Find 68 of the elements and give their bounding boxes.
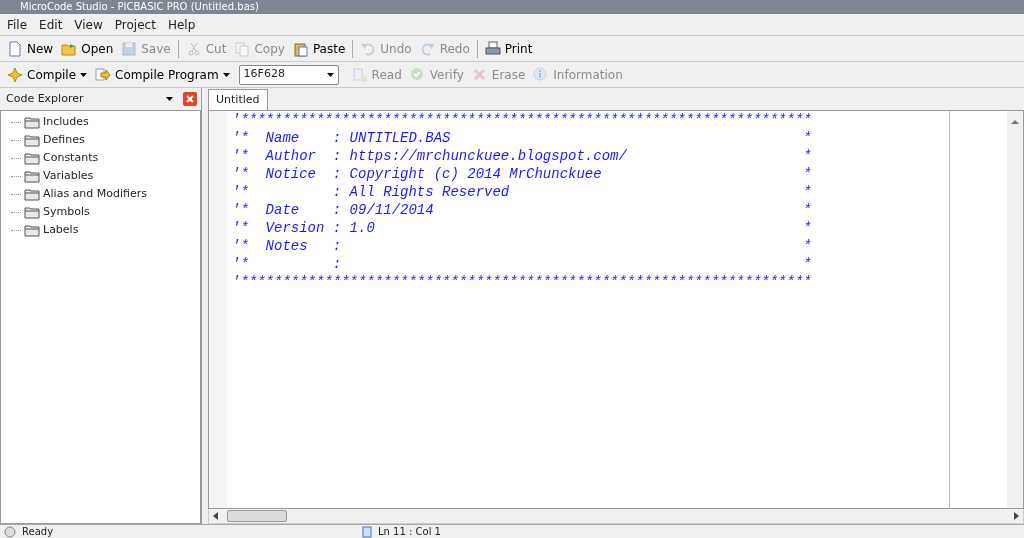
folder-icon bbox=[24, 169, 40, 183]
menu-item[interactable]: View bbox=[69, 14, 108, 35]
status-icon bbox=[4, 525, 16, 538]
panel-title: Code Explorer bbox=[6, 90, 85, 107]
code-line: * bbox=[803, 147, 812, 165]
code-line: * bbox=[803, 255, 812, 273]
info-icon bbox=[533, 66, 550, 83]
editor-tab[interactable]: Untitled bbox=[208, 88, 268, 110]
copy-icon bbox=[234, 40, 251, 57]
status-text: Ready bbox=[22, 525, 55, 538]
code-line: '* Notes : bbox=[232, 237, 343, 255]
cross-icon bbox=[471, 66, 488, 83]
code-line: '* Version : 1.0 bbox=[232, 219, 376, 237]
folder-icon bbox=[24, 115, 40, 129]
toolbar-button[interactable]: Paste bbox=[289, 37, 349, 60]
window-title: MicroCode Studio - PICBASIC PRO (Untitled.bas) bbox=[0, 0, 1024, 14]
scissors-icon bbox=[185, 40, 202, 57]
menu-item[interactable]: Help bbox=[162, 14, 201, 35]
code-line: * bbox=[803, 165, 812, 183]
tree-item[interactable]: Labels bbox=[43, 221, 79, 239]
tree-item[interactable]: Includes bbox=[43, 113, 89, 131]
code-line: * bbox=[803, 219, 812, 237]
document-gear-icon bbox=[351, 66, 368, 83]
tree-item[interactable]: Constants bbox=[43, 149, 99, 167]
code-line: '******************************************************************** bbox=[232, 273, 812, 291]
code-line: '* : bbox=[232, 255, 343, 273]
code-line: '******************************************************************** bbox=[232, 111, 812, 129]
check-icon bbox=[409, 66, 426, 83]
code-line: * bbox=[803, 201, 812, 219]
code-line: * bbox=[803, 129, 812, 147]
toolbar-button[interactable]: New bbox=[4, 37, 57, 60]
tree-item[interactable]: Defines bbox=[43, 131, 85, 149]
cursor-position: Ln 11 : Col 1 bbox=[378, 525, 441, 538]
tree-item[interactable]: Variables bbox=[43, 167, 94, 185]
folder-icon bbox=[24, 187, 40, 201]
toolbar-button[interactable]: Print bbox=[481, 37, 536, 60]
menu-item[interactable]: Edit bbox=[34, 14, 68, 35]
folder-icon bbox=[24, 223, 40, 237]
compile-program-button[interactable]: Compile Program bbox=[92, 63, 233, 86]
code-line: '* Date : 09/11/2014 bbox=[232, 201, 435, 219]
folder-icon bbox=[24, 133, 40, 147]
code-line: '* Name : UNTITLED.BAS bbox=[232, 129, 452, 147]
caret-icon bbox=[222, 72, 230, 77]
sparkle-icon bbox=[7, 66, 23, 83]
folder-icon bbox=[24, 205, 40, 219]
code-line: '* Notice : Copyright (c) 2014 MrChunckuee bbox=[232, 165, 603, 183]
caret-icon bbox=[326, 72, 334, 77]
code-line: * bbox=[803, 237, 812, 255]
device-dropdown[interactable]: 16F628 bbox=[238, 64, 339, 85]
document-icon bbox=[362, 525, 372, 538]
compile-button[interactable]: Compile bbox=[4, 63, 91, 86]
close-icon[interactable] bbox=[183, 92, 197, 106]
arrow-document-icon bbox=[95, 66, 112, 83]
printer-icon bbox=[484, 40, 501, 57]
toolbar-button[interactable]: Open bbox=[58, 37, 117, 60]
code-line: '* Author : https://mrchunckuee.blogspot.com/ bbox=[232, 147, 628, 165]
tree-item[interactable]: Alias and Modifiers bbox=[43, 185, 147, 203]
menu-item[interactable]: File bbox=[2, 14, 33, 35]
code-line: '* : All Rights Reserved bbox=[232, 183, 511, 201]
folder-icon bbox=[24, 151, 40, 165]
scrollbar-thumb[interactable] bbox=[227, 510, 287, 522]
clipboard-icon bbox=[292, 40, 309, 57]
code-line: * bbox=[803, 183, 812, 201]
menu-item[interactable]: Project bbox=[109, 14, 161, 35]
caret-icon bbox=[80, 72, 88, 77]
page-icon bbox=[7, 40, 23, 57]
caret-icon bbox=[166, 97, 173, 101]
tree-item[interactable]: Symbols bbox=[43, 203, 90, 221]
